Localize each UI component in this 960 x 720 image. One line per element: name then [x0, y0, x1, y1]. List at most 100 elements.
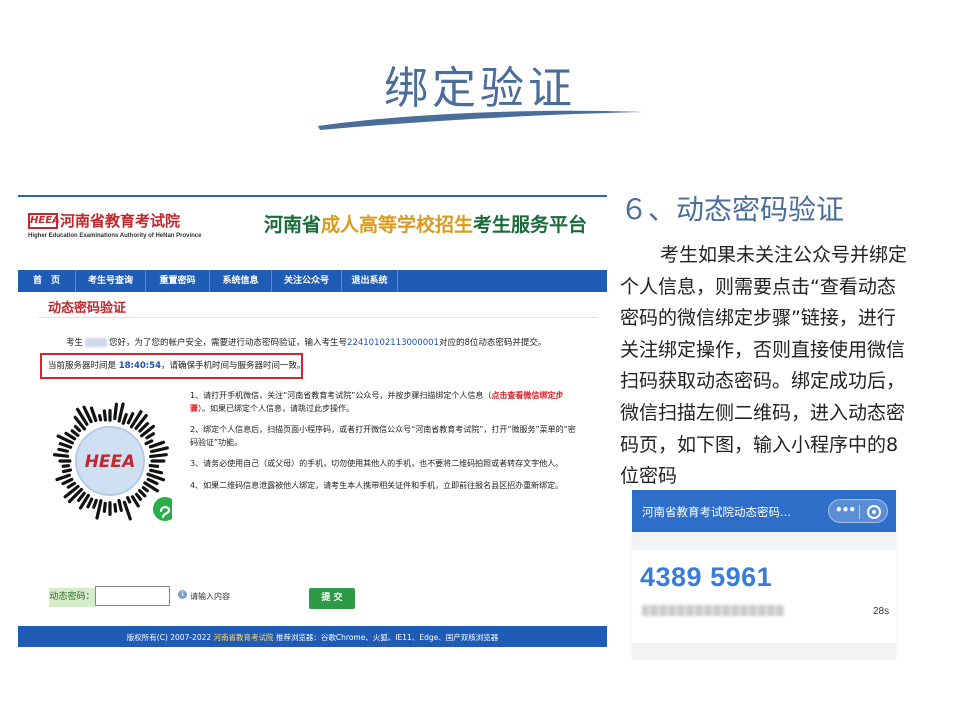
platform-suffix: 考生服务平台	[472, 214, 587, 236]
wechat-mini-program-icon	[153, 497, 172, 521]
qr-ray	[86, 497, 94, 509]
qr-ray	[117, 402, 125, 423]
nav-item-candidate-number[interactable]: 考生号查询	[76, 270, 146, 292]
dynamic-code-input[interactable]	[95, 586, 170, 606]
notice-prefix: 考生	[66, 338, 84, 348]
qr-ray	[146, 477, 159, 486]
nav-item-logout[interactable]: 退出系统	[342, 270, 398, 292]
dynamic-code-label: 动态密码：	[49, 588, 95, 607]
instruction-1: 1、请打开手机微信，关注“河南省教育考试院”公众号，并按步骤扫描绑定个人信息（点…	[190, 390, 580, 415]
instruction-1-suffix: ）。如果已绑定个人信息，请跳过此步操作。	[198, 403, 354, 413]
title-underline-decoration	[318, 110, 642, 130]
qr-ray	[113, 402, 118, 421]
footer-browsers: 推荐浏览器：谷歌Chrome、火狐、IE11、Edge、国产双核浏览器	[275, 633, 499, 642]
nav-item-system-info[interactable]: 系统信息	[210, 270, 272, 292]
footer-link[interactable]: 河南省教育考试院	[214, 633, 274, 642]
site-logo-mark: HEEA	[28, 213, 60, 229]
qr-ray	[95, 499, 103, 520]
platform-title: 河南省成人高等学校招生考生服务平台	[264, 210, 587, 237]
footer-copyright: 版权所有(C) 2007-2022	[126, 633, 212, 642]
qr-ray	[149, 446, 169, 454]
qr-ray	[130, 495, 140, 508]
input-hint: 请输入内容	[190, 592, 230, 601]
platform-prefix: 河南省	[263, 214, 321, 236]
qr-ray	[70, 429, 80, 438]
qr-ray	[58, 441, 73, 449]
notice-middle: 您好，为了您的帐户安全，需要进行动态密码验证，输入考生号	[109, 338, 348, 348]
exam-number: 22410102113000001	[347, 338, 439, 348]
qr-ray	[144, 439, 154, 446]
qr-ray	[148, 440, 166, 449]
site-footer: 版权所有(C) 2007-2022 河南省教育考试院 推荐浏览器：谷歌Chrom…	[18, 626, 607, 647]
page-heading: 动态密码验证	[48, 301, 127, 316]
qr-ray	[148, 463, 160, 468]
blurred-account-info	[642, 605, 784, 616]
qr-ray	[64, 431, 77, 441]
mini-program-title-bar: 河南省教育考试院动态密码... •••	[632, 490, 896, 532]
mini-program-screenshot: 河南省教育考试院动态密码... ••• 4389 5961 28s	[632, 490, 896, 658]
site-name-english: Higher Education Examinations Authority …	[28, 233, 202, 239]
qr-ray	[102, 501, 107, 513]
qr-ray	[138, 421, 150, 433]
platform-highlight: 成人高等学校招生	[320, 214, 473, 236]
close-ring-icon[interactable]	[867, 505, 881, 519]
info-icon: i	[178, 590, 187, 599]
mini-program-qr-code[interactable]: HEEA	[50, 389, 172, 539]
blurred-candidate-name	[85, 338, 108, 347]
nav-item-reset-password[interactable]: 重置密码	[146, 270, 210, 292]
server-time: 18:40:54	[118, 361, 162, 371]
qr-ray	[73, 424, 82, 433]
code-countdown: 28s	[873, 606, 890, 617]
server-time-prefix: 当前服务器时间是	[48, 361, 117, 371]
embedded-screenshot: HEEA 河南省教育考试院 Higher Education Examinati…	[18, 195, 607, 647]
instruction-4: 4、如果二维码信息泄露被他人绑定，请考生本人携带相关证件和手机，立即前往报名县区…	[190, 480, 564, 490]
qr-ray	[122, 500, 132, 521]
qr-ray	[92, 498, 98, 509]
qr-ray	[77, 491, 86, 502]
qr-ray	[98, 414, 103, 422]
qr-ray	[89, 406, 98, 423]
capsule-divider	[859, 505, 860, 519]
submit-button[interactable]: 提 交	[309, 588, 355, 609]
qr-ray	[117, 498, 123, 513]
qr-ray	[52, 453, 70, 458]
qr-ray	[102, 409, 107, 422]
qr-ray	[149, 468, 164, 475]
site-name: 河南省教育考试院	[60, 212, 181, 230]
qr-ray	[141, 485, 149, 493]
more-dots-icon[interactable]: •••	[835, 503, 856, 517]
verification-notice: 考生 您好，为了您的帐户安全，需要进行动态密码验证，输入考生号2241010211…	[66, 336, 546, 348]
instruction-2: 2、绑定个人信息后，扫描页面小程序码，或者打开微信公众号“河南省教育考试院”，打…	[190, 425, 576, 447]
qr-ray	[113, 502, 118, 513]
dynamic-code-display: 4389 5961	[640, 562, 773, 592]
server-time-box: 当前服务器时间是 18:40:54，请确保手机时间与服务器时间一致。	[40, 353, 306, 379]
qr-ray	[126, 412, 135, 425]
qr-ray	[61, 477, 74, 486]
qr-ray	[135, 492, 143, 501]
site-header: HEEA 河南省教育考试院 Higher Education Examinati…	[18, 197, 607, 263]
qr-ray	[66, 481, 77, 489]
heading-divider	[38, 317, 598, 318]
qr-ray	[149, 453, 168, 459]
qr-ray	[57, 447, 69, 453]
instructions: 1、请打开手机微信，关注“河南省教育考试院”公众号，并按步骤扫描绑定个人信息（点…	[190, 390, 580, 501]
qr-ray	[55, 473, 71, 482]
site-nav: 首 页 考生号查询 重置密码 系统信息 关注公众号 退出系统	[18, 270, 607, 292]
qr-ray	[126, 496, 132, 504]
nav-item-follow-account[interactable]: 关注公众号	[272, 270, 342, 292]
mini-program-spacer	[632, 532, 896, 550]
step-description: 考生如果未关注公众号并绑定个人信息，则需要点击“查看动态密码的微信绑定步骤”链接…	[620, 244, 908, 488]
slide: 绑定验证 HEEA 河南省教育考试院 Higher Education Exam…	[0, 0, 960, 720]
mini-program-capsule: •••	[828, 499, 888, 523]
instruction-1-prefix: 1、请打开手机微信，关注“河南省教育考试院”公众号，并按步骤扫描绑定个人信息（	[190, 391, 492, 400]
notice-suffix: 对应的8位动态密码并提交。	[438, 338, 547, 348]
mini-program-bottom	[632, 643, 896, 658]
nav-item-home[interactable]: 首 页	[18, 270, 76, 292]
qr-logo-text: HEEA	[85, 452, 136, 472]
mini-program-title: 河南省教育考试院动态密码...	[642, 505, 791, 519]
qr-ray	[138, 489, 147, 498]
step-title: ６、动态密码验证	[620, 193, 845, 226]
qr-ray	[61, 464, 71, 468]
instruction-3: 3、请务必使用自己（或父母）的手机，切勿使用其他人的手机，也不要将二维码拍照或者…	[190, 459, 564, 468]
qr-ray	[61, 468, 73, 474]
